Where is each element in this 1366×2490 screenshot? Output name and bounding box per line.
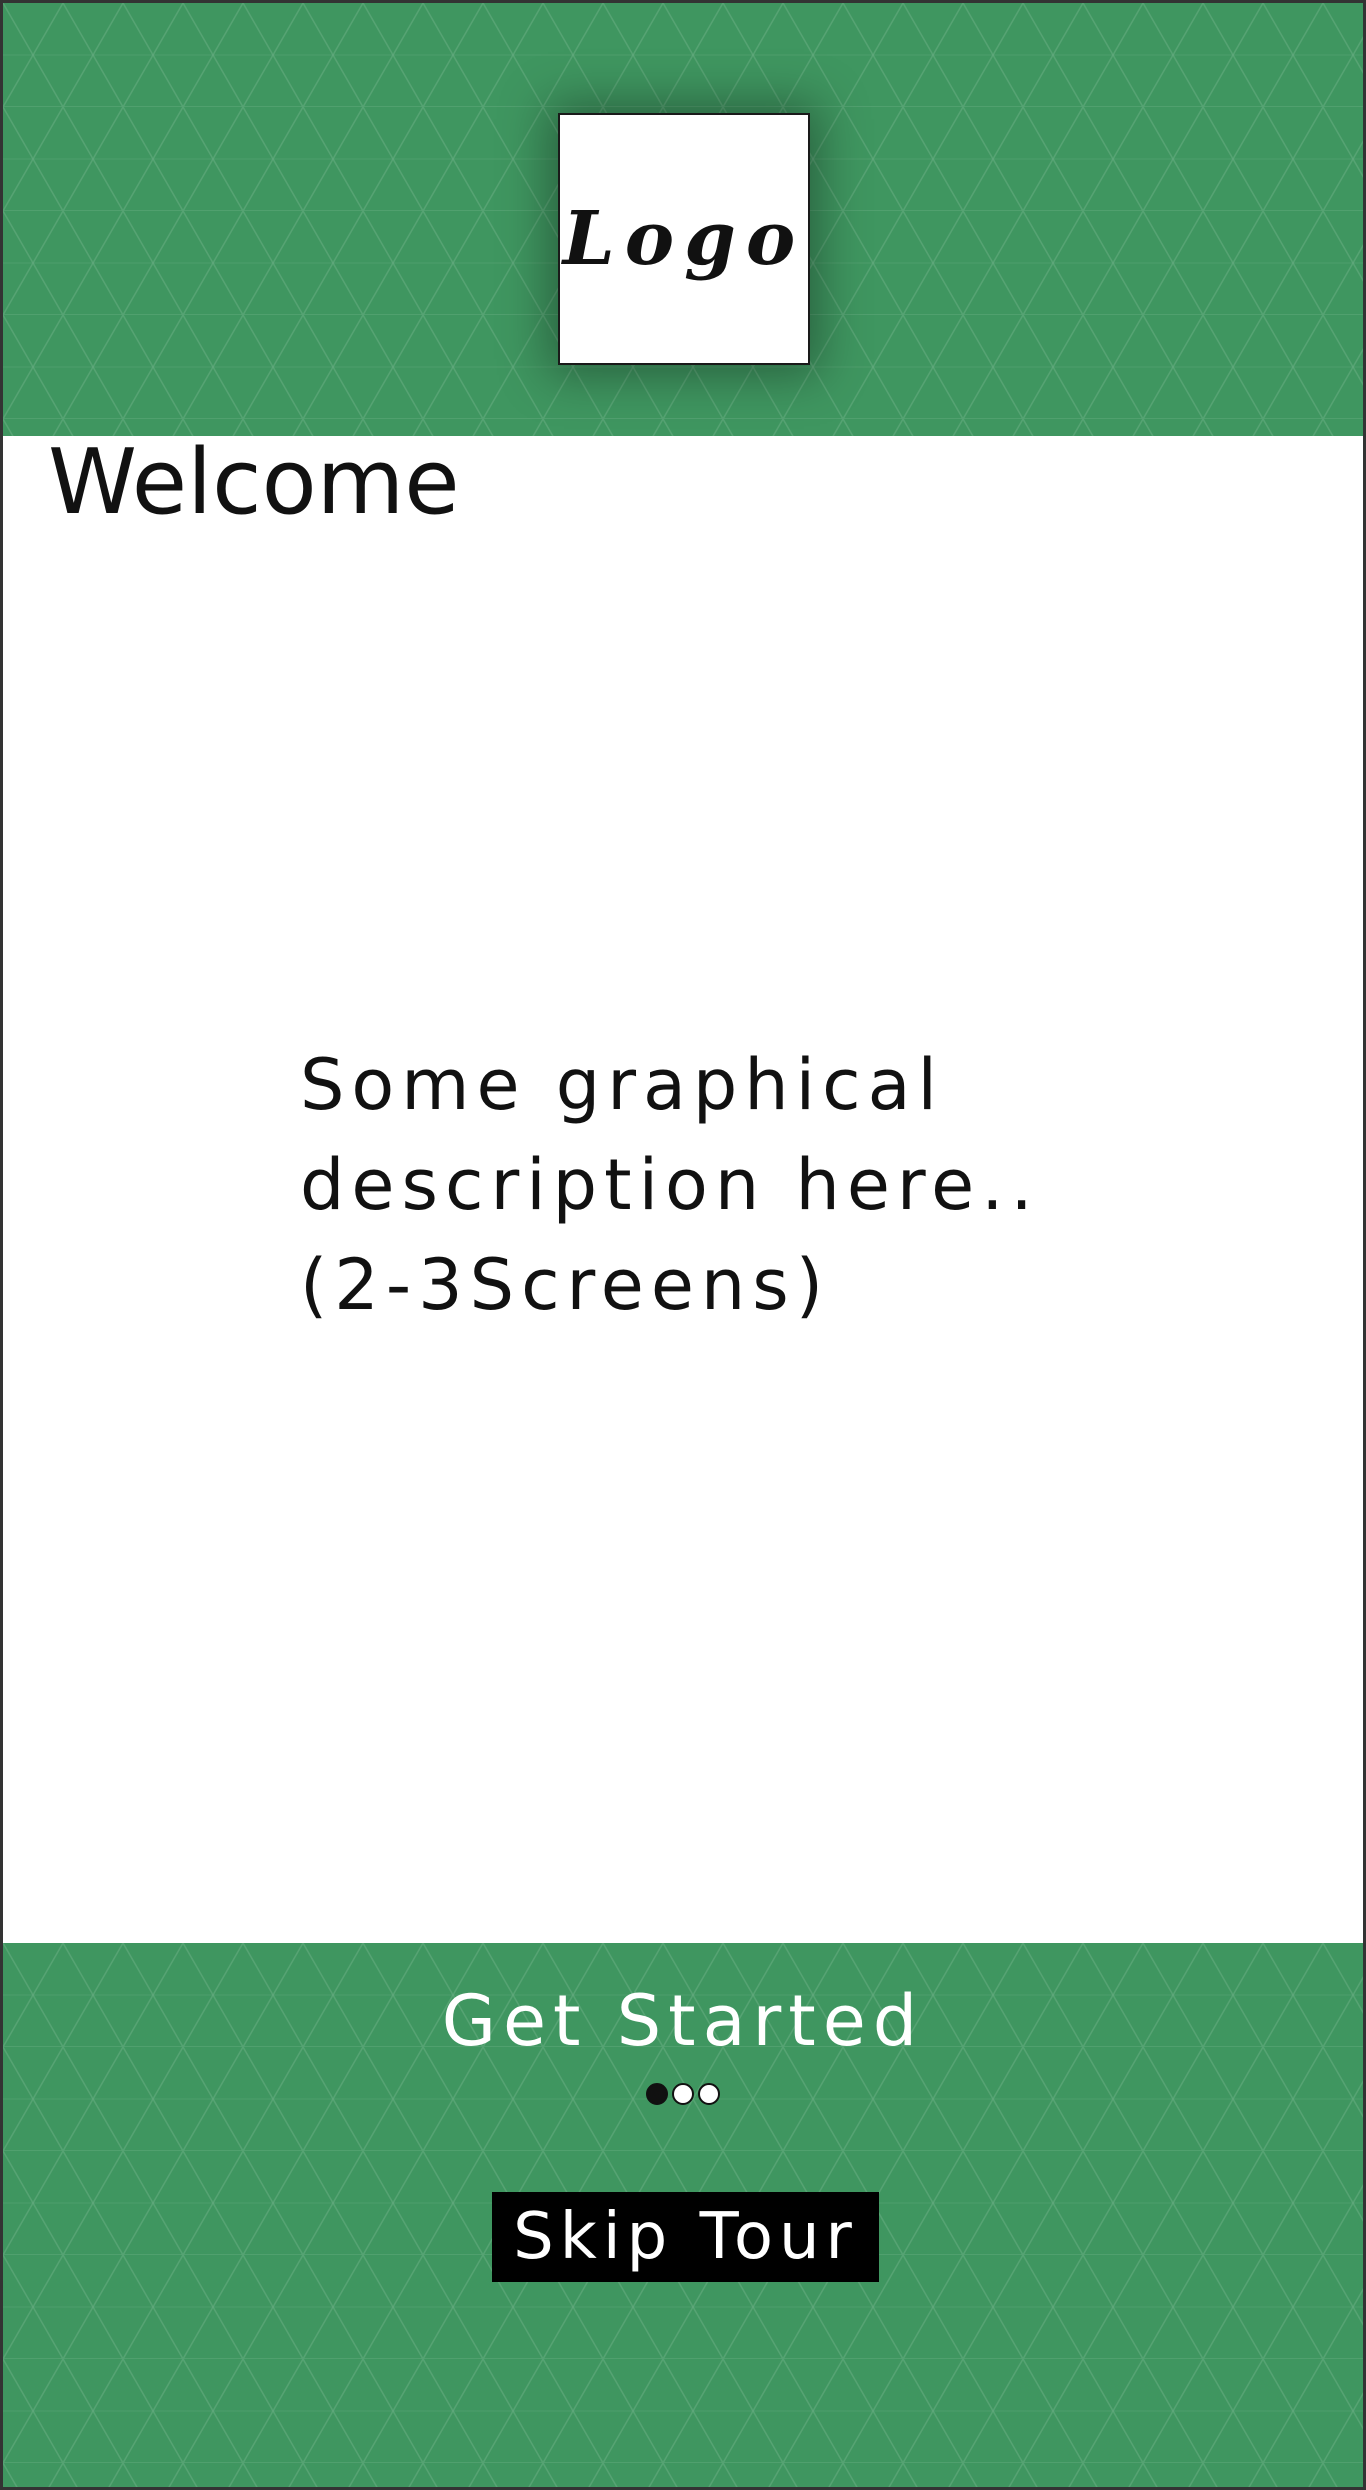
page-dot-2[interactable]	[672, 2083, 694, 2105]
onboarding-screen: Logo Welcome Some graphical description …	[0, 0, 1366, 2490]
page-dot-1[interactable]	[646, 2083, 668, 2105]
logo: Logo	[558, 113, 810, 365]
skip-tour-button[interactable]: Skip Tour	[492, 2192, 879, 2282]
page-title: Welcome	[48, 430, 460, 535]
logo-text: Logo	[562, 196, 806, 282]
header-banner: Logo	[3, 3, 1363, 436]
page-dot-3[interactable]	[698, 2083, 720, 2105]
page-indicator	[3, 2083, 1363, 2105]
description-text: Some graphical description here.. (2-3Sc…	[300, 1044, 1040, 1326]
get-started-button[interactable]: Get Started	[3, 1971, 1363, 2071]
